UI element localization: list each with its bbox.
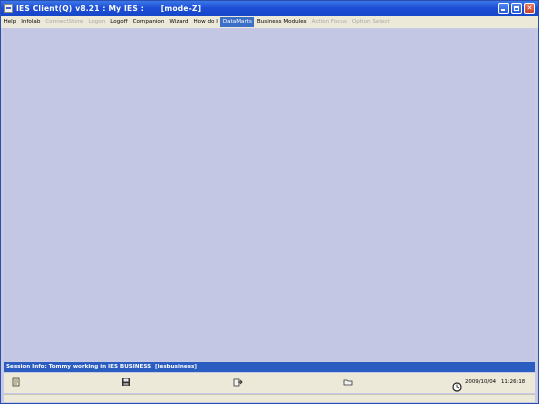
close-icon: ✕ xyxy=(526,4,533,12)
app-window: IES Client(Q) v8.21 : My IES : [mode-Z] … xyxy=(0,0,539,404)
folder-icon[interactable] xyxy=(343,377,353,387)
menu-datamarts[interactable]: DataMarts xyxy=(220,17,255,27)
menu-connectstore[interactable]: ConnectStore xyxy=(43,17,86,27)
status-date: 2009/10/04 xyxy=(465,379,497,385)
bottom-toolbar: 2009/10/04 11:26:18 xyxy=(4,373,535,393)
window-title: IES Client(Q) v8.21 : My IES : [mode-Z] xyxy=(16,4,202,13)
session-info-bar: Session Info: Tommy working in IES BUSIN… xyxy=(4,362,535,372)
status-strip xyxy=(4,394,535,402)
clock-icon xyxy=(452,377,462,392)
menu-action-focus[interactable]: Action Focus xyxy=(309,17,349,27)
maximize-icon xyxy=(514,6,519,11)
close-button[interactable]: ✕ xyxy=(524,3,535,14)
menu-how-do-i[interactable]: How do I xyxy=(191,17,220,27)
app-icon[interactable] xyxy=(4,4,13,13)
minimize-icon xyxy=(501,9,505,11)
main-workspace xyxy=(4,29,535,361)
minimize-button[interactable] xyxy=(498,3,509,14)
maximize-button[interactable] xyxy=(511,3,522,14)
status-time: 11:26:18 xyxy=(501,379,526,385)
menu-option-select[interactable]: Option Select xyxy=(349,17,392,27)
window-controls: ✕ xyxy=(498,3,535,14)
menu-logon[interactable]: Logon xyxy=(86,17,108,27)
menu-logoff[interactable]: Logoff xyxy=(108,17,130,27)
menu-companion[interactable]: Companion xyxy=(130,17,167,27)
menu-infolab[interactable]: Infolab xyxy=(19,17,43,27)
menu-bar: Help Infolab ConnectStore Logon Logoff C… xyxy=(1,16,538,28)
title-bar[interactable]: IES Client(Q) v8.21 : My IES : [mode-Z] … xyxy=(1,1,538,16)
menu-business-modules[interactable]: Business Modules xyxy=(254,17,309,27)
menu-wizard[interactable]: Wizard xyxy=(167,17,191,27)
notes-icon[interactable] xyxy=(11,377,21,387)
export-icon[interactable] xyxy=(233,377,243,387)
menu-help[interactable]: Help xyxy=(1,17,19,27)
save-icon[interactable] xyxy=(121,377,131,387)
